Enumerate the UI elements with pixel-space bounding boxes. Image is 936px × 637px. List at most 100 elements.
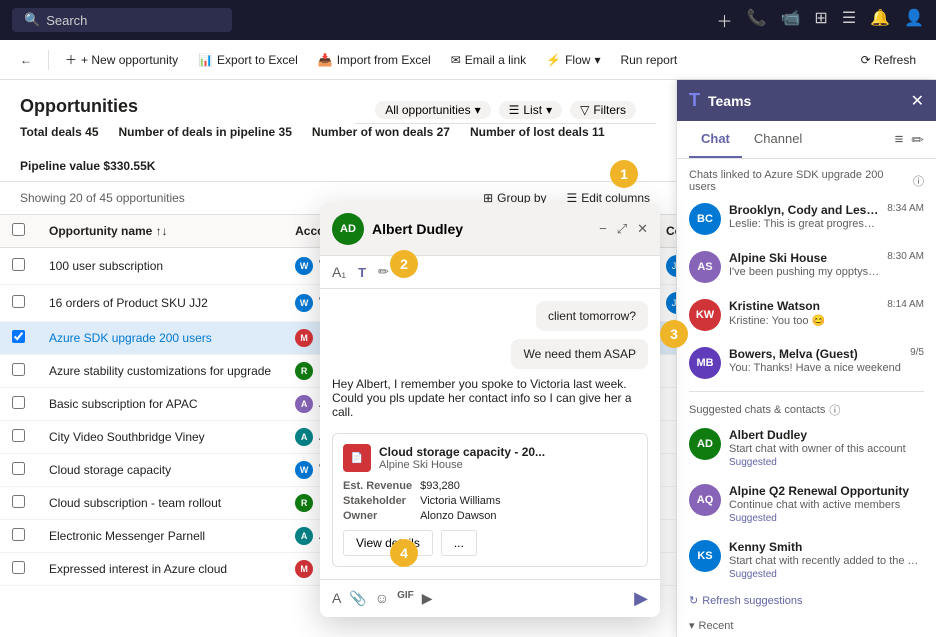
email-link-button[interactable]: ✉ Email a link (443, 49, 534, 71)
contact-avatar: AD (332, 213, 364, 245)
bell-icon[interactable]: 🔔 (870, 8, 890, 32)
stat-pipeline-value: Pipeline value $330.55K (20, 159, 155, 173)
list-icon: ☰ (509, 103, 520, 117)
list-view-toggle[interactable]: ☰ List ▾ (499, 101, 562, 119)
row-checkbox[interactable] (0, 553, 37, 586)
suggested-chat-item[interactable]: AQ Alpine Q2 Renewal Opportunity Continu… (677, 476, 936, 532)
avatar: KW (689, 299, 721, 331)
chat-preview: Start chat with recently added to the Ti… (729, 555, 924, 567)
add-icon[interactable]: ＋ (717, 8, 733, 32)
col-header-name[interactable]: Opportunity name ↑↓ (37, 215, 283, 248)
all-opportunities-filter[interactable]: All opportunities ▾ (375, 101, 490, 119)
emoji-icon[interactable]: ☺ (375, 590, 389, 607)
video-icon[interactable]: 📹 (780, 8, 800, 32)
opportunity-card: 📄 Cloud storage capacity - 20... Alpine … (332, 433, 648, 567)
opportunity-name: Cloud subscription - team rollout (37, 487, 283, 520)
filters-button[interactable]: ▽ Filters (570, 101, 636, 119)
opp-card-actions: View details ... (343, 530, 637, 556)
filter-icon[interactable]: ≡ (895, 131, 904, 148)
main-area: Opportunities All opportunities ▾ ☰ List… (0, 80, 936, 637)
sticker-icon[interactable]: ▶ (422, 590, 433, 607)
user-avatar[interactable]: 👤 (904, 8, 924, 32)
opportunity-name: Azure stability customizations for upgra… (37, 355, 283, 388)
chat-popup-header: AD Albert Dudley − ⤢ ✕ (320, 203, 660, 256)
opp-card-company: Alpine Ski House (379, 459, 545, 471)
crm-header: Opportunities All opportunities ▾ ☰ List… (0, 80, 676, 182)
minimize-icon[interactable]: − (599, 221, 607, 237)
more-options-button[interactable]: ... (441, 530, 477, 556)
opp-card-details: Est. Revenue $93,280 Stakeholder Victori… (343, 480, 637, 522)
row-checkbox[interactable] (0, 322, 37, 355)
format-icon[interactable]: A₁ (332, 264, 346, 280)
chat-time: 8:14 AM (887, 299, 924, 310)
back-button[interactable]: ← (12, 49, 40, 71)
chat-popup-actions: − ⤢ ✕ (599, 221, 648, 237)
stat-won: Number of won deals 27 (312, 125, 450, 139)
linked-chat-item[interactable]: KW Kristine Watson Kristine: You too 😊 8… (677, 291, 936, 339)
step-1-circle: 1 (610, 160, 638, 188)
refresh-button[interactable]: ⟳ Refresh (853, 49, 924, 71)
tab-channel[interactable]: Channel (742, 121, 814, 158)
linked-chat-item[interactable]: MB Bowers, Melva (Guest) You: Thanks! Ha… (677, 339, 936, 387)
divider (689, 391, 924, 392)
import-excel-button[interactable]: 📥 Import from Excel (310, 49, 439, 71)
suggested-chat-item[interactable]: AD Albert Dudley Start chat with owner o… (677, 420, 936, 476)
suggested-chat-item[interactable]: KS Kenny Smith Start chat with recently … (677, 532, 936, 588)
run-report-button[interactable]: Run report (612, 49, 685, 71)
gif-icon[interactable]: GIF (397, 590, 414, 607)
contact-name: Albert Dudley (372, 221, 591, 237)
stakeholder-value: Victoria Williams (420, 495, 637, 507)
list-icon[interactable]: ☰ (842, 8, 856, 32)
row-checkbox[interactable] (0, 520, 37, 553)
pencil-icon[interactable]: ✏ (378, 264, 389, 280)
suggested-label: Suggested chats & contacts ⓘ (677, 396, 936, 420)
chat-name: Bowers, Melva (Guest) (729, 347, 902, 361)
expand-icon[interactable]: ⤢ (617, 221, 627, 237)
teams-tab-actions: ≡ ✏ (895, 131, 924, 149)
step-3-circle: 3 (660, 320, 688, 348)
tab-chat[interactable]: Chat (689, 121, 742, 158)
row-checkbox[interactable] (0, 487, 37, 520)
select-all-header[interactable] (0, 215, 37, 248)
chevron-down-icon: ▾ (546, 103, 552, 117)
phone-icon[interactable]: 📞 (747, 8, 767, 32)
row-checkbox[interactable] (0, 388, 37, 421)
avatar: BC (689, 203, 721, 235)
opp-card-title-block: Cloud storage capacity - 20... Alpine Sk… (379, 445, 545, 471)
info-icon: ⓘ (913, 173, 924, 189)
row-checkbox[interactable] (0, 285, 37, 322)
chat-time: 8:30 AM (887, 251, 924, 262)
linked-chat-item[interactable]: AS Alpine Ski House I've been pushing my… (677, 243, 936, 291)
close-icon[interactable]: ✕ (911, 91, 924, 111)
teams-icon[interactable]: T (358, 265, 366, 280)
flow-button[interactable]: ⚡ Flow ▾ (538, 49, 608, 71)
refresh-suggestions-button[interactable]: ↻ Refresh suggestions (677, 588, 936, 613)
linked-chats-label: Chats linked to Azure SDK upgrade 200 us… (677, 163, 936, 195)
search-bar[interactable]: 🔍 Search (12, 8, 232, 32)
row-checkbox[interactable] (0, 421, 37, 454)
linked-chat-item[interactable]: BC Brooklyn, Cody and Leslie Leslie: Thi… (677, 195, 936, 243)
export-excel-button[interactable]: 📊 Export to Excel (190, 49, 306, 71)
view-details-button[interactable]: View details (343, 530, 433, 556)
chat-name: Albert Dudley (729, 428, 924, 442)
chat-time: 8:34 AM (887, 203, 924, 214)
row-checkbox[interactable] (0, 355, 37, 388)
teams-logo-icon: T (689, 90, 700, 111)
row-checkbox[interactable] (0, 248, 37, 285)
stat-lost: Number of lost deals 11 (470, 125, 605, 139)
text-format-icon[interactable]: A (332, 590, 341, 607)
attach-icon[interactable]: 📎 (349, 590, 366, 607)
new-opportunity-button[interactable]: ＋ + New opportunity (57, 47, 186, 72)
filter-bar: All opportunities ▾ ☰ List ▾ ▽ Filters (355, 97, 656, 124)
compose-icon[interactable]: ✏ (911, 131, 924, 149)
recent-section-toggle[interactable]: ▾ Recent (677, 613, 936, 634)
teams-content: Chats linked to Azure SDK upgrade 200 us… (677, 159, 936, 637)
close-popup-icon[interactable]: ✕ (637, 221, 648, 237)
send-icon[interactable]: ▶ (634, 588, 648, 609)
chat-preview: I've been pushing my opptys with this co… (729, 266, 879, 278)
row-checkbox[interactable] (0, 454, 37, 487)
avatar: AD (689, 428, 721, 460)
opportunity-name: Cloud storage capacity (37, 454, 283, 487)
chat-input-bar: A 📎 ☺ GIF ▶ ▶ (320, 579, 660, 617)
grid-icon[interactable]: ⊞ (814, 8, 827, 32)
